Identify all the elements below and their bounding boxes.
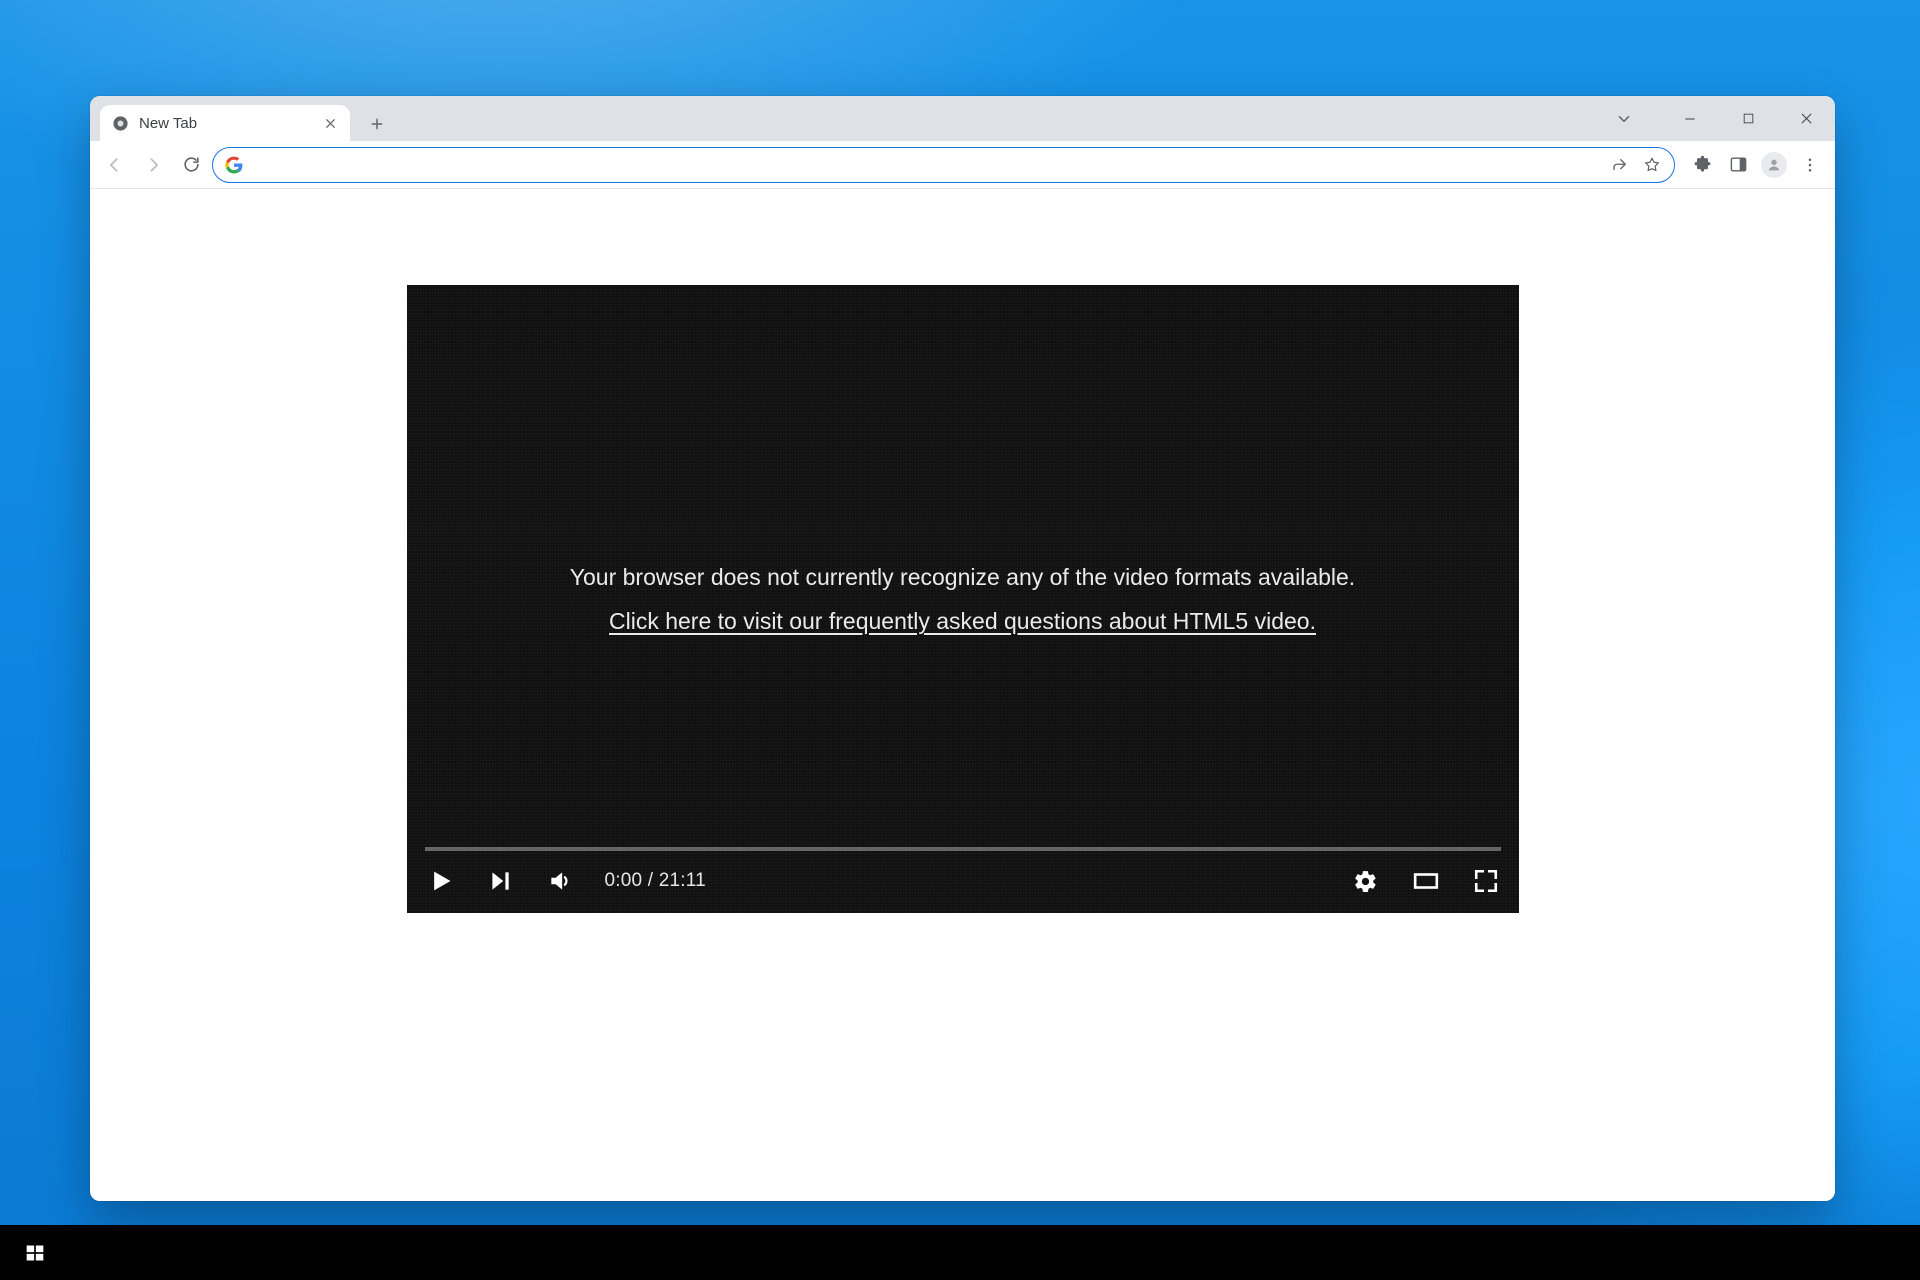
window-close-button[interactable] (1777, 96, 1835, 141)
side-panel-icon[interactable] (1721, 148, 1755, 182)
bookmark-star-icon[interactable] (1638, 151, 1666, 179)
volume-button[interactable] (545, 866, 575, 896)
tab-close-button[interactable] (320, 113, 340, 133)
progress-bar[interactable] (425, 847, 1501, 851)
tab-search-button[interactable] (1615, 110, 1661, 128)
video-player: Your browser does not currently recogniz… (407, 285, 1519, 913)
video-faq-link[interactable]: Click here to visit our frequently asked… (609, 608, 1316, 634)
share-icon[interactable] (1606, 151, 1634, 179)
browser-toolbar (90, 141, 1835, 189)
video-error-line1: Your browser does not currently recogniz… (570, 555, 1355, 599)
windows-taskbar (0, 1225, 1920, 1280)
nav-forward-button[interactable] (136, 148, 170, 182)
duration: 21:11 (659, 870, 706, 891)
next-button[interactable] (485, 866, 515, 896)
window-maximize-button[interactable] (1719, 96, 1777, 141)
browser-tab[interactable]: New Tab (100, 105, 350, 141)
tab-title: New Tab (139, 115, 197, 132)
video-error-message: Your browser does not currently recogniz… (570, 555, 1355, 643)
window-minimize-button[interactable] (1661, 96, 1719, 141)
new-tab-button[interactable] (360, 107, 394, 141)
player-controls: 0:00 / 21:11 (407, 841, 1519, 913)
settings-gear-icon[interactable] (1351, 866, 1381, 896)
timecode: 0:00 / 21:11 (605, 870, 706, 892)
omnibox-input[interactable] (253, 156, 1596, 174)
profile-avatar-button[interactable] (1757, 148, 1791, 182)
fullscreen-icon[interactable] (1471, 866, 1501, 896)
google-g-icon (225, 156, 243, 174)
theater-mode-icon[interactable] (1411, 866, 1441, 896)
extensions-puzzle-icon[interactable] (1685, 148, 1719, 182)
browser-window: New Tab (90, 96, 1835, 1201)
current-time: 0:00 (605, 870, 643, 891)
page-content: Your browser does not currently recogniz… (90, 189, 1835, 1201)
nav-reload-button[interactable] (174, 148, 208, 182)
tab-favicon-icon (112, 115, 129, 132)
tab-strip: New Tab (90, 96, 1835, 141)
omnibox[interactable] (212, 147, 1675, 183)
time-separator: / (642, 870, 658, 891)
play-button[interactable] (425, 866, 455, 896)
nav-back-button[interactable] (98, 148, 132, 182)
chrome-menu-button[interactable] (1793, 148, 1827, 182)
start-button[interactable] (10, 1225, 60, 1280)
window-controls (1615, 96, 1835, 141)
